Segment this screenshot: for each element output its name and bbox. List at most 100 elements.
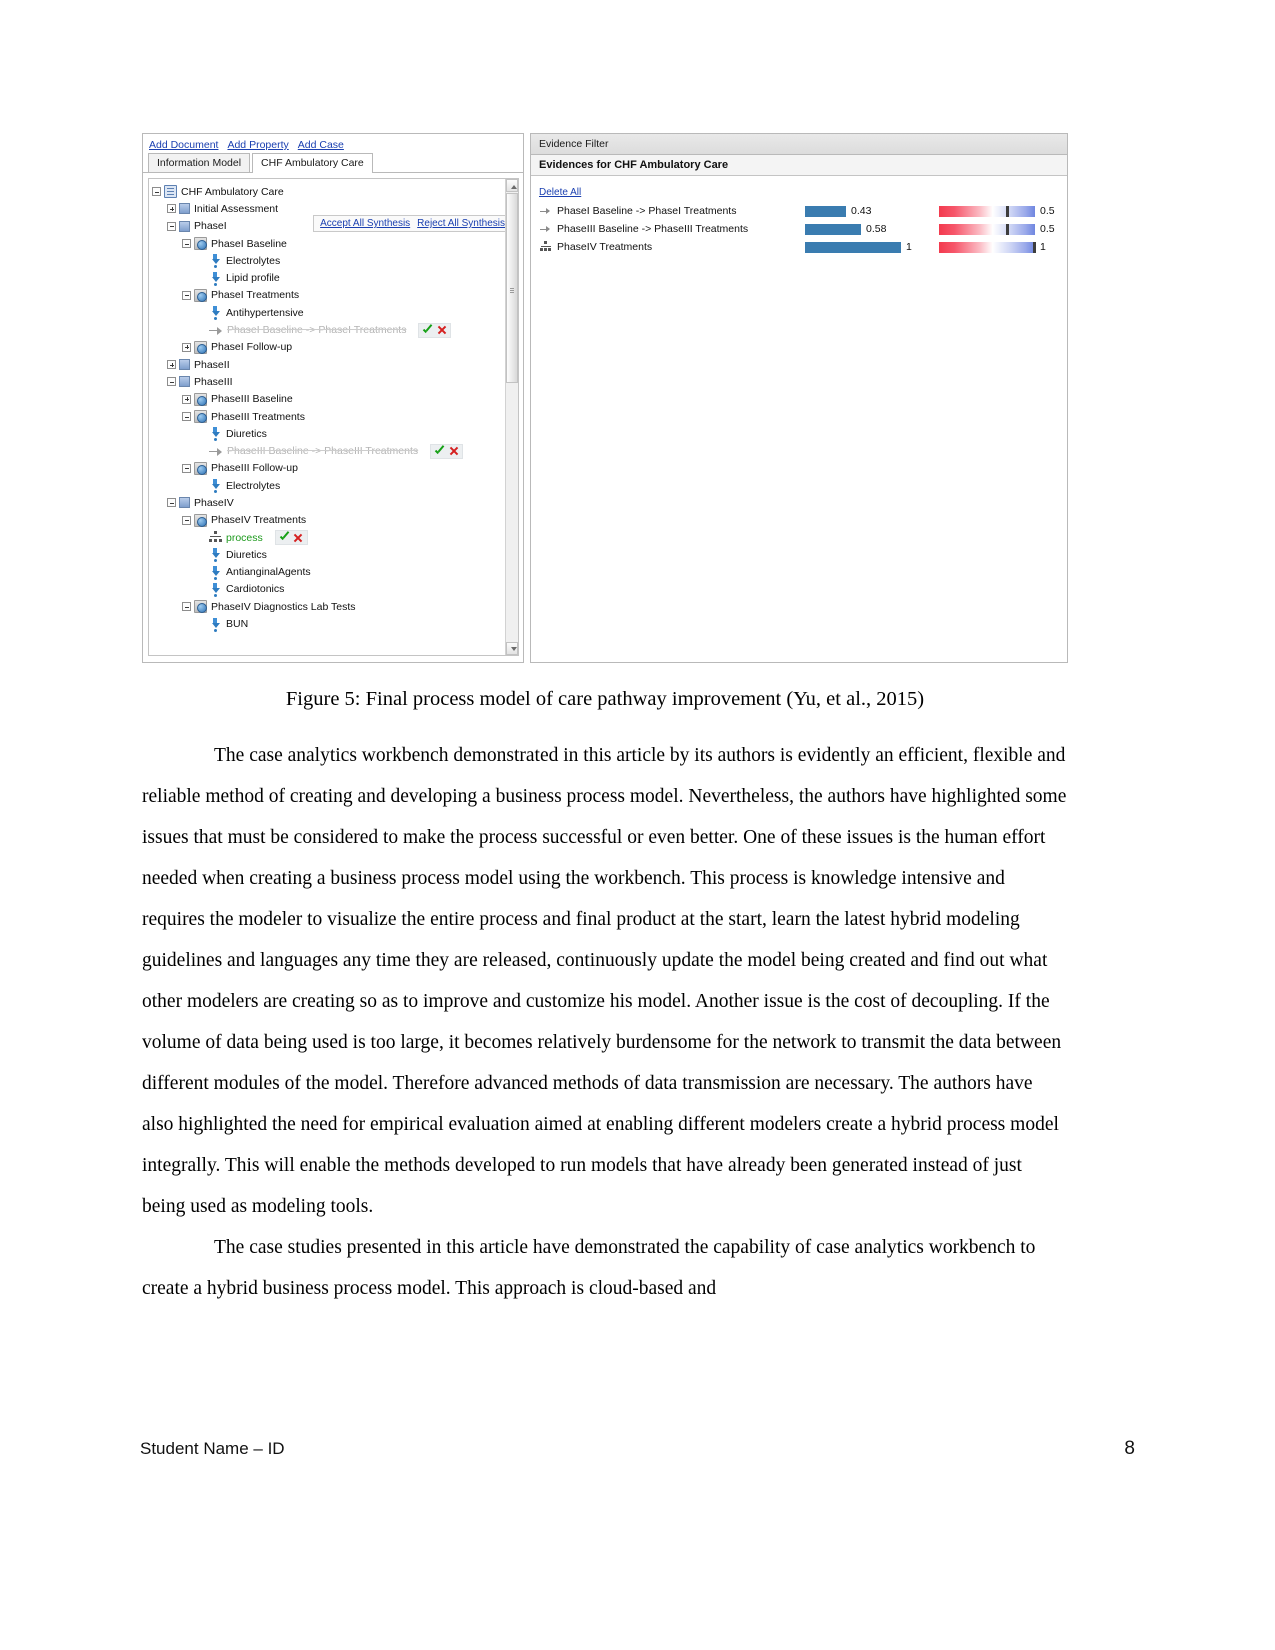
- expand-icon[interactable]: [167, 360, 176, 370]
- tree-row[interactable]: Electrolytes: [152, 252, 504, 269]
- folder-icon: [179, 497, 190, 509]
- tree-row[interactable]: PhaseI Follow-up: [152, 339, 504, 356]
- evidence-gradient-cell: 0.5: [939, 223, 1059, 235]
- attribute-dot-icon: [214, 559, 217, 563]
- reject-cross-icon[interactable]: [448, 446, 459, 457]
- tree-item-label: Electrolytes: [226, 479, 281, 492]
- collapse-icon[interactable]: [182, 602, 191, 612]
- expand-icon[interactable]: [167, 204, 176, 214]
- add-document-link[interactable]: Add Document: [149, 139, 218, 151]
- accept-reject-group: [430, 443, 464, 459]
- attribute-dot-icon: [214, 438, 217, 442]
- polarity-gradient-scale: [939, 205, 1035, 217]
- accept-check-icon[interactable]: [279, 532, 290, 543]
- collapse-icon[interactable]: [152, 187, 161, 197]
- synthesis-actions-box: Accept All Synthesis Reject All Synthesis: [313, 215, 512, 232]
- process-icon: [194, 237, 207, 251]
- attribute-icon: [209, 582, 222, 597]
- accept-check-icon[interactable]: [434, 446, 445, 457]
- tab-chf-ambulatory-care[interactable]: CHF Ambulatory Care: [252, 153, 373, 173]
- evidence-bar-cell: 0.58: [805, 223, 915, 235]
- accept-all-synthesis-link[interactable]: Accept All Synthesis: [320, 218, 410, 229]
- confidence-bar: [805, 223, 861, 235]
- scroll-down-button[interactable]: [506, 642, 518, 655]
- tree-row[interactable]: AntianginalAgents: [152, 564, 504, 581]
- tree-row[interactable]: PhaseIV Treatments: [152, 512, 504, 529]
- expand-icon[interactable]: [182, 342, 191, 352]
- tree-row[interactable]: Diuretics: [152, 546, 504, 563]
- tree-row[interactable]: Diuretics: [152, 425, 504, 442]
- folder-icon: [179, 359, 190, 371]
- tree-row[interactable]: PhaseIV: [152, 494, 504, 511]
- tree-row[interactable]: PhaseIII Baseline -> PhaseIII Treatments: [152, 442, 504, 459]
- collapse-icon[interactable]: [182, 290, 191, 300]
- add-property-link[interactable]: Add Property: [227, 139, 288, 151]
- collapse-icon[interactable]: [167, 498, 176, 508]
- tree-item-label: CHF Ambulatory Care: [181, 185, 284, 198]
- tree-row[interactable]: PhaseI Treatments: [152, 287, 504, 304]
- gradient-value: 0.5: [1040, 205, 1055, 217]
- tree-row[interactable]: PhaseI Baseline -> PhaseI Treatments: [152, 321, 504, 338]
- evidence-filter-panel: Evidence Filter Evidences for CHF Ambula…: [530, 133, 1068, 663]
- tree-row[interactable]: Electrolytes: [152, 477, 504, 494]
- page-footer: Student Name – ID 8: [140, 1438, 1135, 1460]
- collapse-icon[interactable]: [182, 412, 191, 421]
- attribute-dot-icon: [214, 593, 217, 597]
- evidence-filter-subtitle: Evidences for CHF Ambulatory Care: [531, 155, 1067, 176]
- gradient-marker: [1006, 205, 1009, 217]
- reject-cross-icon[interactable]: [436, 325, 447, 336]
- figure-caption: Figure 5: Final process model of care pa…: [285, 688, 925, 710]
- tree-item-label: PhaseI Baseline -> PhaseI Treatments: [227, 324, 407, 337]
- evidence-row[interactable]: PhaseIII Baseline -> PhaseIII Treatments…: [539, 220, 1059, 238]
- folder-icon: [179, 203, 190, 215]
- tree-row[interactable]: PhaseIII Follow-up: [152, 460, 504, 477]
- tree-item-label: BUN: [226, 618, 249, 631]
- tree-row[interactable]: PhaseIII Treatments: [152, 408, 504, 425]
- evidence-list-body: Delete All PhaseI Baseline -> PhaseI Tre…: [531, 176, 1067, 662]
- attribute-icon: [209, 479, 222, 494]
- tree-row[interactable]: CHF Ambulatory Care: [152, 183, 504, 200]
- expand-icon[interactable]: [182, 394, 191, 404]
- model-tree[interactable]: CHF Ambulatory Care Initial Assessment Pha…: [149, 179, 504, 655]
- gradient-marker: [1006, 223, 1009, 235]
- tab-information-model[interactable]: Information Model: [148, 153, 251, 172]
- reject-all-synthesis-link[interactable]: Reject All Synthesis: [417, 218, 505, 229]
- accept-reject-group: [274, 530, 308, 546]
- scrollbar-thumb[interactable]: [506, 193, 518, 383]
- tree-row[interactable]: process: [152, 529, 504, 546]
- evidence-label: PhaseIV Treatments: [557, 241, 653, 253]
- tree-item-label: process: [226, 531, 263, 544]
- evidence-gradient-cell: 1: [939, 241, 1059, 253]
- gradient-value: 0.5: [1040, 223, 1055, 235]
- tree-row[interactable]: Cardiotonics: [152, 581, 504, 598]
- tree-row[interactable]: PhaseIV Diagnostics Lab Tests: [152, 598, 504, 615]
- tree-row[interactable]: Lipid profile: [152, 269, 504, 286]
- tree-row[interactable]: BUN: [152, 615, 504, 632]
- attribute-icon: [209, 548, 222, 563]
- collapse-icon[interactable]: [182, 463, 191, 473]
- tree-vertical-scrollbar[interactable]: [505, 179, 518, 655]
- accept-check-icon[interactable]: [422, 325, 433, 336]
- tree-item-label: PhaseIII Baseline -> PhaseIII Treatments: [227, 445, 419, 458]
- collapse-icon[interactable]: [182, 515, 191, 525]
- delete-all-link[interactable]: Delete All: [539, 187, 581, 198]
- evidence-row[interactable]: PhaseIV Treatments 1 1: [539, 238, 1059, 256]
- tree-item-label: PhaseIV: [194, 496, 234, 509]
- paragraph-2: The case studies presented in this artic…: [142, 1237, 1036, 1299]
- tree-row[interactable]: PhaseI Baseline: [152, 235, 504, 252]
- evidence-row[interactable]: PhaseI Baseline -> PhaseI Treatments 0.43…: [539, 202, 1059, 220]
- tree-row[interactable]: PhaseII: [152, 356, 504, 373]
- arrow-icon: [209, 324, 223, 337]
- collapse-icon[interactable]: [167, 221, 176, 231]
- tree-row[interactable]: PhaseIII Baseline: [152, 391, 504, 408]
- collapse-icon[interactable]: [182, 239, 191, 249]
- evidence-bar-cell: 1: [805, 241, 915, 253]
- collapse-icon[interactable]: [167, 377, 176, 387]
- add-case-link[interactable]: Add Case: [298, 139, 344, 151]
- process-icon: [194, 461, 207, 475]
- tree-item-label: PhaseIII Follow-up: [211, 462, 298, 475]
- reject-cross-icon[interactable]: [293, 532, 304, 543]
- scroll-up-button[interactable]: [506, 179, 518, 192]
- tree-row[interactable]: Antihypertensive: [152, 304, 504, 321]
- tree-row[interactable]: PhaseIII: [152, 373, 504, 390]
